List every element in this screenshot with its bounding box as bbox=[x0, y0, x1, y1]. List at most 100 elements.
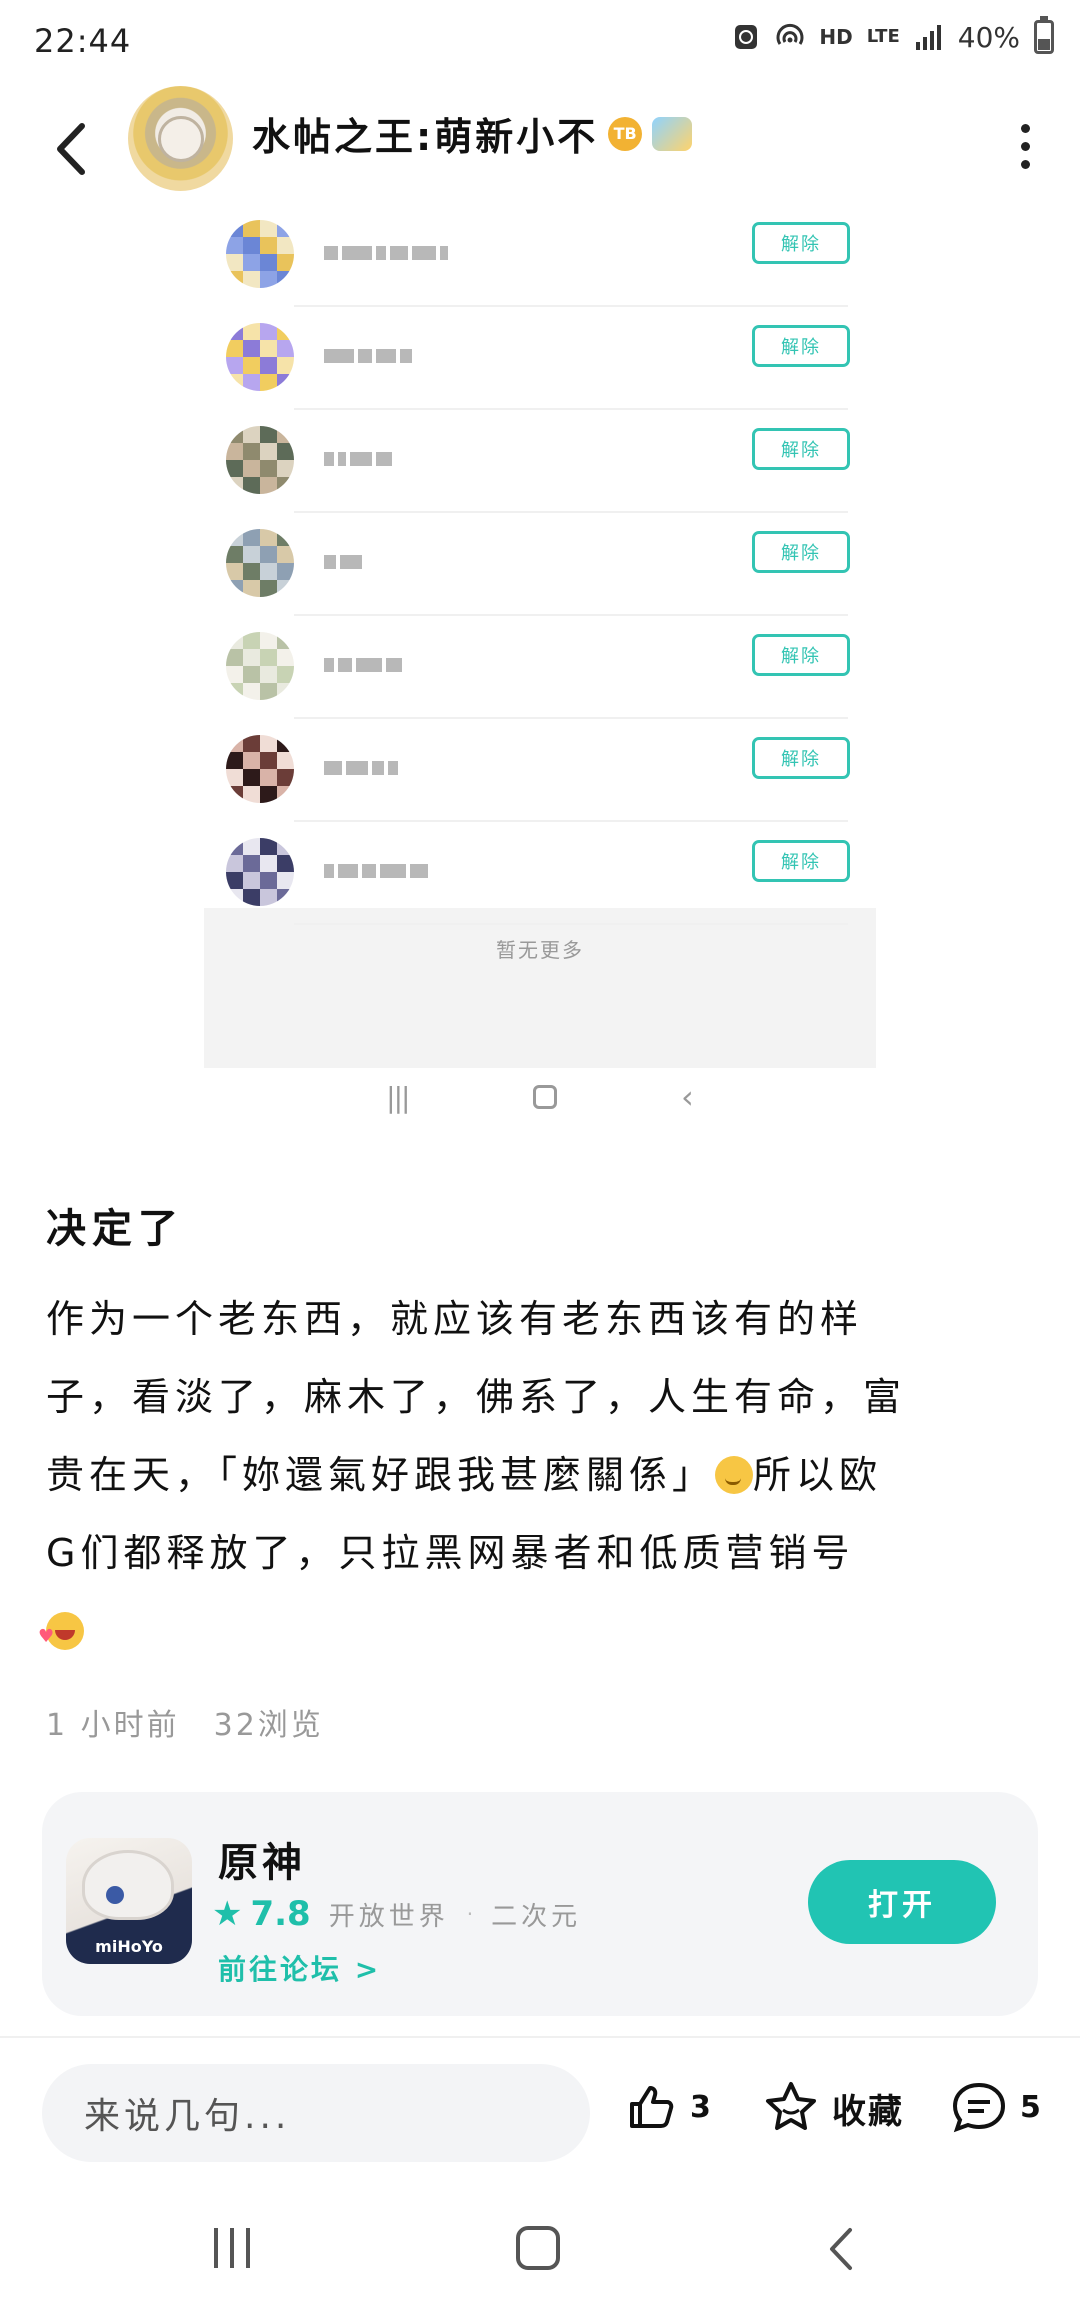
signal-icon bbox=[915, 25, 941, 50]
character-hair bbox=[82, 1850, 174, 1920]
comment-input[interactable]: 来说几句... bbox=[42, 2064, 590, 2162]
unblock-button[interactable]: 解除 bbox=[752, 737, 850, 779]
status-icons: HD LTE 40% bbox=[731, 16, 1054, 54]
blocked-user-name-redacted bbox=[324, 448, 392, 470]
unblock-button[interactable]: 解除 bbox=[752, 222, 850, 264]
screenshot-footer: 暂无更多 bbox=[204, 908, 876, 1068]
level-badge: TB bbox=[608, 116, 643, 151]
post-line-3a: 贵在天，「妳還氣好跟我甚麼關係」 bbox=[46, 1453, 716, 1497]
post-line-5 bbox=[38, 1592, 1036, 1676]
blocked-user-name-redacted bbox=[324, 860, 428, 882]
post-line-2: 子，看淡了，麻木了，佛系了，人生有命，富 bbox=[46, 1375, 907, 1419]
character-eye bbox=[106, 1886, 124, 1904]
star-icon: ★ bbox=[212, 1894, 243, 1934]
screenshot-home-icon bbox=[532, 1085, 557, 1109]
more-options-icon[interactable] bbox=[1010, 116, 1040, 176]
game-tag-2: 二次元 bbox=[491, 1901, 582, 1932]
hd-indicator: HD bbox=[819, 25, 853, 49]
battery-icon bbox=[1034, 16, 1054, 54]
post-time: 1 小时前 bbox=[46, 1708, 180, 1743]
divider bbox=[0, 2036, 1080, 2038]
battery-percent: 40% bbox=[957, 20, 1020, 54]
blocked-user-row: 解除 bbox=[204, 307, 876, 410]
recycle-icon bbox=[735, 25, 758, 49]
hotspot-icon bbox=[776, 23, 804, 45]
game-brand: miHoYo bbox=[95, 1937, 163, 1956]
blocked-user-row: 解除 bbox=[204, 719, 876, 822]
bottom-action-bar: 来说几句... 3 收藏 5 bbox=[0, 2040, 1080, 2190]
blocked-user-avatar bbox=[226, 426, 294, 494]
blocked-user-name-redacted bbox=[324, 551, 362, 573]
comment-button[interactable]: 5 bbox=[950, 2080, 1041, 2134]
embedded-screenshot[interactable]: 暂无更多 ||| ‹ 解除 解除 解除 解除 解除 解除 解除 bbox=[204, 196, 876, 1126]
system-back-icon[interactable] bbox=[822, 2222, 862, 2276]
blocked-user-avatar bbox=[226, 838, 294, 906]
screenshot-recents-icon: ||| bbox=[386, 1080, 410, 1114]
tag-separator: · bbox=[466, 1902, 474, 1926]
unblock-button[interactable]: 解除 bbox=[752, 531, 850, 573]
blocked-user-row: 解除 bbox=[204, 204, 876, 307]
star-outline-icon bbox=[766, 2082, 816, 2130]
system-nav-bar bbox=[0, 2200, 1080, 2316]
unblock-button[interactable]: 解除 bbox=[752, 428, 850, 470]
game-icon[interactable]: miHoYo bbox=[66, 1838, 192, 1964]
unblock-button[interactable]: 解除 bbox=[752, 325, 850, 367]
no-more-text: 暂无更多 bbox=[496, 938, 584, 962]
game-name[interactable]: 原神 bbox=[218, 1830, 306, 1888]
sticker-badge-icon bbox=[652, 116, 693, 151]
post-title: 决定了 bbox=[46, 1206, 184, 1252]
screenshot-nav-bar: ||| ‹ bbox=[204, 1068, 876, 1126]
back-arrow-icon[interactable] bbox=[46, 114, 96, 184]
game-rating: 7.8 bbox=[250, 1894, 311, 1934]
blocked-user-name-redacted bbox=[324, 757, 398, 779]
avatar-face bbox=[158, 116, 204, 162]
post-line-3b: 所以欧 bbox=[753, 1453, 883, 1497]
screenshot-back-icon: ‹ bbox=[681, 1078, 694, 1116]
user-avatar[interactable] bbox=[128, 86, 233, 191]
unblock-button[interactable]: 解除 bbox=[752, 840, 850, 882]
post-content: 决定了 作为一个老东西，就应该有老东西该有的样 子，看淡了，麻木了，佛系了，人生… bbox=[38, 1196, 1036, 1676]
recents-icon[interactable] bbox=[214, 2228, 250, 2268]
favorite-label: 收藏 bbox=[832, 2091, 904, 2132]
unblock-button[interactable]: 解除 bbox=[752, 634, 850, 676]
blocked-user-name-redacted bbox=[324, 345, 412, 367]
open-game-button[interactable]: 打开 bbox=[808, 1860, 996, 1944]
lte-indicator: LTE bbox=[866, 26, 900, 47]
comment-count: 5 bbox=[1020, 2089, 1041, 2125]
game-tag-1: 开放世界 bbox=[328, 1901, 449, 1932]
blocked-user-row: 解除 bbox=[204, 410, 876, 513]
post-line-4: G们都释放了，只拉黑网暴者和低质营销号 bbox=[46, 1531, 855, 1575]
row-divider bbox=[294, 923, 848, 925]
post-line-1: 作为一个老东西，就应该有老东西该有的样 bbox=[46, 1297, 864, 1341]
blocked-user-avatar bbox=[226, 323, 294, 391]
like-count: 3 bbox=[690, 2089, 711, 2125]
comment-bubble-icon bbox=[952, 2082, 1006, 2133]
post-views: 32浏览 bbox=[213, 1708, 324, 1743]
page-title[interactable]: 水帖之王:萌新小不 bbox=[252, 106, 598, 161]
forum-link[interactable]: 前往论坛 > bbox=[218, 1948, 381, 1988]
battery-fill bbox=[1038, 38, 1050, 50]
title-row: 水帖之王:萌新小不 TB bbox=[252, 106, 693, 161]
game-rating-row: ★ 7.8 开放世界 · 二次元 bbox=[212, 1894, 581, 1934]
blocked-user-avatar bbox=[226, 529, 294, 597]
thumbs-up-icon bbox=[630, 2086, 674, 2128]
favorite-button[interactable]: 收藏 bbox=[762, 2080, 904, 2136]
heart-face-emoji-icon bbox=[38, 1598, 84, 1676]
blocked-user-avatar bbox=[226, 632, 294, 700]
blocked-user-row: 解除 bbox=[204, 822, 876, 925]
smirk-emoji-icon bbox=[715, 1456, 754, 1494]
blocked-user-row: 解除 bbox=[204, 513, 876, 616]
blocked-user-row: 解除 bbox=[204, 616, 876, 719]
blocked-user-avatar bbox=[226, 220, 294, 288]
status-time: 22:44 bbox=[34, 22, 132, 60]
post-body: 作为一个老东西，就应该有老东西该有的样 子，看淡了，麻木了，佛系了，人生有命，富… bbox=[38, 1280, 1036, 1676]
post-line-3: 贵在天，「妳還氣好跟我甚麼關係」 所以欧 bbox=[46, 1436, 1036, 1514]
blocked-user-name-redacted bbox=[324, 654, 402, 676]
blocked-user-avatar bbox=[226, 735, 294, 803]
like-button[interactable]: 3 bbox=[624, 2080, 711, 2134]
game-card[interactable]: miHoYo 原神 ★ 7.8 开放世界 · 二次元 前往论坛 > 打开 bbox=[42, 1792, 1038, 2016]
home-icon[interactable] bbox=[516, 2226, 560, 2270]
post-meta: 1 小时前 32浏览 bbox=[46, 1700, 324, 1744]
blocked-user-name-redacted bbox=[324, 242, 448, 264]
status-bar: 22:44 HD LTE 40% bbox=[0, 0, 1080, 86]
